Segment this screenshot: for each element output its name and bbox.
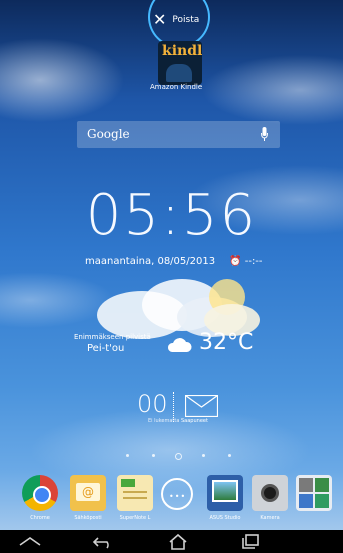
weather-description: Enimmäkseen pilvistä	[74, 333, 151, 341]
navigation-bar	[0, 530, 343, 553]
back-icon[interactable]	[89, 533, 119, 550]
dock-label-chrome: Chrome	[30, 515, 50, 521]
camera-icon[interactable]	[252, 475, 288, 511]
page-dot-active[interactable]	[175, 453, 182, 460]
unread-label: Ei lukematta	[148, 418, 180, 424]
mic-icon[interactable]	[261, 127, 268, 142]
inbox-label: Saapuneet	[181, 418, 208, 424]
weather-city: Pei-t'ou	[87, 343, 125, 354]
clock-time[interactable]: 05:56	[0, 183, 343, 248]
email-icon[interactable]: @	[70, 475, 106, 511]
home-icon[interactable]	[163, 533, 193, 550]
unread-email-count[interactable]: 00	[137, 390, 168, 418]
kindle-logo: kindle	[162, 43, 202, 59]
page-dot[interactable]	[152, 454, 155, 457]
remove-drop-target[interactable]: ✕ Poista	[153, 8, 199, 32]
search-label: Google	[87, 127, 130, 141]
recent-apps-icon[interactable]	[237, 533, 267, 550]
cloud-icon	[167, 338, 192, 352]
clock-date: maanantaina, 08/05/2013	[85, 256, 216, 267]
kindle-icon[interactable]: kindle	[158, 41, 202, 85]
mail-icon[interactable]	[185, 395, 218, 417]
hide-keyboard-icon[interactable]	[15, 533, 45, 550]
chrome-icon[interactable]	[22, 475, 58, 511]
page-dot[interactable]	[202, 454, 205, 457]
google-apps-folder-icon[interactable]	[296, 475, 332, 511]
asus-studio-icon[interactable]	[207, 475, 243, 511]
date-row: maanantaina, 08/05/2013 ⏰ --:--	[85, 256, 263, 267]
page-dot[interactable]	[228, 454, 231, 457]
widget-divider	[173, 392, 174, 422]
dock-label-supernote: SuperNote L	[119, 515, 151, 521]
dock-label-email: Sähköposti	[74, 515, 102, 521]
weather-temperature: 32°C	[199, 330, 254, 355]
alarm-status: ⏰ --:--	[229, 256, 263, 267]
dock-label-asus-studio: ASUS Studio	[209, 515, 241, 521]
supernote-icon[interactable]	[117, 475, 153, 511]
dragged-app-label: Amazon Kindle	[150, 83, 203, 91]
dock-label-camera: Kamera	[260, 515, 280, 521]
kindle-figure	[166, 64, 192, 82]
page-dot[interactable]	[126, 454, 129, 457]
remove-label: Poista	[172, 15, 200, 25]
close-icon: ✕	[153, 10, 167, 29]
google-search-bar[interactable]: Google	[77, 121, 280, 148]
all-apps-icon[interactable]: •••	[161, 478, 193, 510]
